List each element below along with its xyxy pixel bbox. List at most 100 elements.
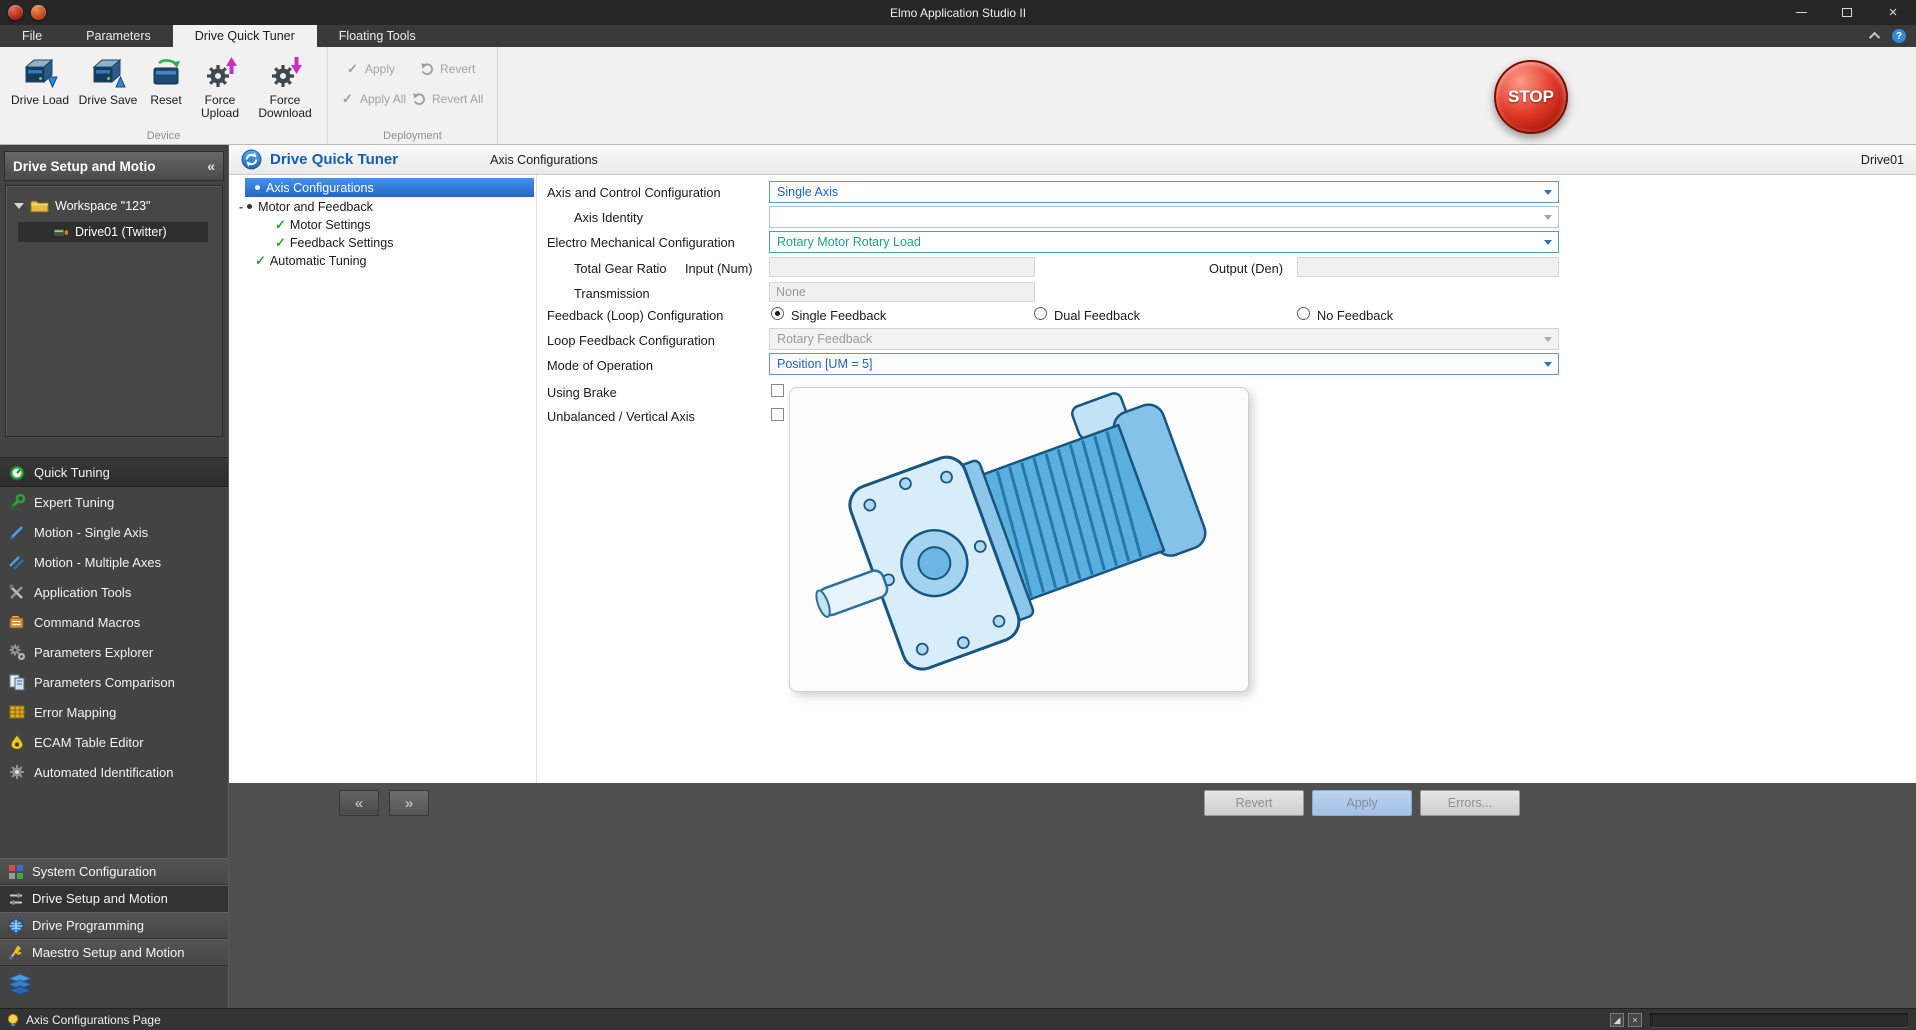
motion-single-axis-icon xyxy=(8,523,26,541)
titlebar: Elmo Application Studio II × xyxy=(0,0,1916,25)
axis-configuration-form: Axis and Control Configuration Single Ax… xyxy=(537,175,1916,783)
drive-load-button[interactable]: Drive Load xyxy=(8,52,72,120)
drive-setup-icon xyxy=(8,891,24,907)
sidebar-item-quick-tuning[interactable]: Quick Tuning xyxy=(0,457,228,487)
status-close-icon[interactable]: × xyxy=(1628,1013,1642,1027)
tree-item-motor-and-feedback[interactable]: - Motor and Feedback xyxy=(229,197,536,216)
sidebar-item-automated-identification[interactable]: Automated Identification xyxy=(0,757,228,787)
sidebar-item-error-mapping[interactable]: Error Mapping xyxy=(0,697,228,727)
sidebar-collapse-icon[interactable]: « xyxy=(207,158,215,174)
mode-of-operation-combo[interactable]: Position [UM = 5] xyxy=(769,353,1559,375)
tab-file[interactable]: File xyxy=(0,25,64,47)
gear-output-field[interactable] xyxy=(1297,257,1559,277)
close-button[interactable]: × xyxy=(1870,0,1916,25)
force-download-button[interactable]: Force Download xyxy=(252,52,318,120)
expander-icon[interactable] xyxy=(14,203,24,209)
sidebar-item-parameters-comparison[interactable]: Parameters Comparison xyxy=(0,667,228,697)
drive-save-icon xyxy=(89,54,127,92)
status-resize-icon[interactable]: ◢ xyxy=(1610,1013,1624,1027)
minimize-button[interactable] xyxy=(1778,0,1824,25)
gear-input-label: Input (Num) xyxy=(685,261,753,276)
quick-tuning-icon xyxy=(8,463,26,481)
drive-save-button[interactable]: Drive Save xyxy=(76,52,140,120)
combo-value: Single Axis xyxy=(777,185,839,199)
force-upload-button[interactable]: Force Upload xyxy=(192,52,248,120)
gear-input-field[interactable] xyxy=(769,257,1035,277)
combo-value: Position [UM = 5] xyxy=(777,357,873,371)
apply-all-ribbon-button[interactable]: ✓ Apply All xyxy=(340,89,406,109)
sidebar-item-motion-multiple-axes[interactable]: Motion - Multiple Axes xyxy=(0,547,228,577)
page-title: Drive Quick Tuner xyxy=(270,151,399,168)
gear-output-label: Output (Den) xyxy=(1209,261,1283,276)
app-icon[interactable] xyxy=(8,5,23,20)
module-maestro-setup-and-motion[interactable]: Maestro Setup and Motion xyxy=(0,939,228,966)
drive-chip-icon xyxy=(52,226,69,239)
electro-mech-combo[interactable]: Rotary Motor Rotary Load xyxy=(769,231,1559,253)
module-system-configuration[interactable]: System Configuration xyxy=(0,858,228,885)
reset-button[interactable]: Reset xyxy=(144,52,188,120)
unbalanced-axis-label: Unbalanced / Vertical Axis xyxy=(547,409,695,424)
transmission-field[interactable]: None xyxy=(769,282,1035,302)
next-icon: » xyxy=(404,794,414,812)
collapse-expander-icon[interactable]: - xyxy=(239,200,243,214)
workspace-node[interactable]: Workspace "123" xyxy=(14,196,214,216)
radio-no-feedback-label[interactable]: No Feedback xyxy=(1317,308,1393,323)
module-drive-programming[interactable]: Drive Programming xyxy=(0,912,228,939)
using-brake-checkbox[interactable] xyxy=(771,384,784,397)
collapse-ribbon-icon[interactable] xyxy=(1868,31,1881,44)
session-icon[interactable] xyxy=(31,5,46,20)
module-drive-setup-and-motion[interactable]: Drive Setup and Motion xyxy=(0,885,228,912)
drive-load-label: Drive Load xyxy=(10,93,70,107)
sidebar-item-ecam-table-editor[interactable]: ECAM Table Editor xyxy=(0,727,228,757)
check-icon: ✓ xyxy=(255,252,266,268)
apply-all-check-icon: ✓ xyxy=(342,91,353,106)
tab-floating-tools[interactable]: Floating Tools xyxy=(317,25,438,47)
revert-button[interactable]: Revert xyxy=(1204,790,1304,816)
tab-drive-quick-tuner[interactable]: Drive Quick Tuner xyxy=(172,25,317,47)
sidebar-item-expert-tuning[interactable]: Expert Tuning xyxy=(0,487,228,517)
content-header: Drive Quick Tuner Axis Configurations Dr… xyxy=(229,145,1916,175)
drive-save-label: Drive Save xyxy=(78,93,138,107)
radio-single-feedback[interactable] xyxy=(771,307,784,320)
nav-prev-button[interactable]: « xyxy=(339,790,379,816)
help-icon[interactable]: ? xyxy=(1892,29,1906,43)
sidebar-header[interactable]: Drive Setup and Motio « xyxy=(4,151,224,181)
apply-ribbon-button[interactable]: ✓ Apply xyxy=(345,59,395,79)
errors-button[interactable]: Errors... xyxy=(1420,790,1520,816)
sidebar-item-motion-single-axis[interactable]: Motion - Single Axis xyxy=(0,517,228,547)
tree-item-motor-settings[interactable]: ✓ Motor Settings xyxy=(229,215,536,234)
sidebar-item-label: Command Macros xyxy=(34,614,141,630)
stop-button[interactable]: STOP xyxy=(1494,60,1568,134)
revert-all-ribbon-label: Revert All xyxy=(432,92,484,106)
sidebar: Drive Setup and Motio « Workspace "123" … xyxy=(0,145,229,1008)
radio-dual-feedback-label[interactable]: Dual Feedback xyxy=(1054,308,1140,323)
maximize-button[interactable] xyxy=(1824,0,1870,25)
sidebar-item-label: Parameters Comparison xyxy=(34,674,175,690)
axis-identity-combo[interactable] xyxy=(769,206,1559,228)
apply-button[interactable]: Apply xyxy=(1312,790,1412,816)
radio-dual-feedback[interactable] xyxy=(1034,307,1047,320)
tree-item-feedback-settings[interactable]: ✓ Feedback Settings xyxy=(229,233,536,252)
drive-node[interactable]: Drive01 (Twitter) xyxy=(18,222,208,242)
folder-icon xyxy=(30,199,49,214)
sidebar-item-parameters-explorer[interactable]: Parameters Explorer xyxy=(0,637,228,667)
tree-item-label: Feedback Settings xyxy=(289,235,394,250)
reset-label: Reset xyxy=(150,93,182,107)
sidebar-item-application-tools[interactable]: Application Tools xyxy=(0,577,228,607)
tree-item-automatic-tuning[interactable]: ✓ Automatic Tuning xyxy=(229,251,536,270)
application-tools-icon xyxy=(8,583,26,601)
nav-next-button[interactable]: » xyxy=(389,790,429,816)
unbalanced-axis-checkbox[interactable] xyxy=(771,408,784,421)
radio-no-feedback[interactable] xyxy=(1297,307,1310,320)
sidebar-item-command-macros[interactable]: Command Macros xyxy=(0,607,228,637)
tab-parameters[interactable]: Parameters xyxy=(64,25,173,47)
config-nav-tree: Axis Configurations - Motor and Feedback… xyxy=(229,175,537,783)
axis-control-combo[interactable]: Single Axis xyxy=(769,181,1559,203)
revert-ribbon-button[interactable]: Revert xyxy=(420,59,475,79)
tree-item-label: Axis Configurations xyxy=(266,180,374,195)
tree-item-axis-configurations[interactable]: Axis Configurations xyxy=(245,178,534,197)
radio-single-feedback-label[interactable]: Single Feedback xyxy=(791,308,886,323)
loop-feedback-label: Loop Feedback Configuration xyxy=(547,333,715,348)
layers-icon[interactable] xyxy=(7,973,33,996)
revert-all-ribbon-button[interactable]: Revert All xyxy=(412,89,483,109)
